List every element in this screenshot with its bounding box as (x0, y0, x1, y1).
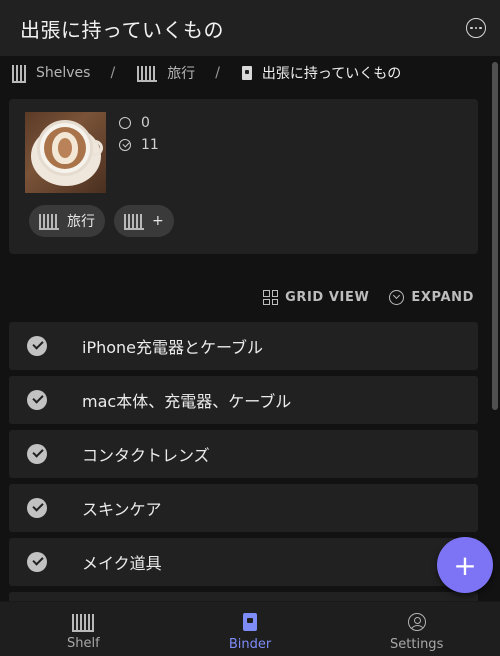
notebook-icon (241, 66, 252, 80)
chip-label: 旅行 (67, 214, 95, 230)
item-label: コンタクトレンズ (82, 446, 210, 465)
shelf-icon (137, 66, 158, 82)
grid-view-label: GRID VIEW (285, 290, 370, 305)
breadcrumb-item-current: 出張に持っていくもの (241, 63, 402, 83)
item-label: mac本体、充電器、ケーブル (82, 392, 292, 411)
nav-item-shelf[interactable]: Shelf (0, 602, 167, 656)
add-shelf-chip[interactable]: + (114, 205, 174, 237)
nav-label: Settings (390, 636, 444, 652)
bottom-navigation: Shelf Binder Settings (0, 601, 500, 656)
unchecked-count: 0 (119, 115, 150, 131)
list-item[interactable]: mac本体、充電器、ケーブル (9, 376, 478, 424)
checked-count-value: 11 (141, 137, 159, 153)
chevron-down-circle-icon (389, 290, 405, 305)
nav-item-settings[interactable]: Settings (333, 602, 500, 656)
circle-outline-icon (119, 117, 131, 129)
shelf-chip-travel[interactable]: 旅行 (29, 205, 105, 237)
binder-icon (243, 612, 257, 631)
check-circle-icon[interactable] (27, 336, 47, 356)
breadcrumb-label: 旅行 (167, 66, 196, 82)
more-options-icon[interactable] (466, 18, 486, 38)
breadcrumb-item-shelves[interactable]: Shelves (12, 65, 91, 83)
breadcrumb-item-travel[interactable]: 旅行 (137, 63, 195, 83)
plus-icon: + (453, 548, 477, 582)
shelf-icon (12, 65, 26, 83)
unchecked-count-value: 0 (141, 115, 150, 131)
item-label: メイク道具 (82, 554, 162, 573)
list-item[interactable]: メイク道具 (9, 538, 478, 586)
item-label: iPhone充電器とケーブル (82, 338, 264, 357)
binder-summary-card: 0 11 旅行 + (9, 99, 478, 254)
shelf-icon (124, 214, 144, 230)
grid-icon (263, 290, 279, 305)
expand-label: EXPAND (411, 290, 474, 305)
binder-cover-image[interactable] (25, 112, 106, 193)
breadcrumb-separator: / (215, 65, 220, 81)
breadcrumb: Shelves / 旅行 / 出張に持っていくもの (0, 56, 500, 90)
nav-item-binder[interactable]: Binder (167, 602, 334, 656)
checked-count: 11 (119, 137, 159, 153)
chip-label: + (152, 213, 164, 229)
breadcrumb-separator: / (110, 65, 116, 81)
check-circle-outline-icon (119, 139, 131, 151)
nav-label: Binder (228, 636, 272, 652)
add-item-button[interactable]: + (437, 537, 493, 593)
expand-button[interactable]: EXPAND (389, 290, 474, 305)
list-item[interactable]: コンタクトレンズ (9, 430, 478, 478)
shelf-icon (39, 214, 59, 230)
item-label: スキンケア (82, 500, 162, 519)
scrollbar[interactable] (492, 56, 498, 606)
nav-label: Shelf (66, 635, 100, 651)
shelf-icon (72, 613, 95, 632)
account-circle-icon (407, 612, 426, 631)
check-circle-icon[interactable] (27, 444, 47, 464)
breadcrumb-label: Shelves (36, 65, 91, 81)
page-title: 出張に持っていくもの (20, 17, 224, 42)
scrollbar-thumb[interactable] (492, 62, 498, 410)
check-circle-icon[interactable] (27, 552, 47, 572)
breadcrumb-label: 出張に持っていくもの (261, 66, 402, 82)
check-circle-icon[interactable] (27, 498, 47, 518)
grid-view-button[interactable]: GRID VIEW (263, 290, 369, 305)
top-app-bar: 出張に持っていくもの (0, 0, 500, 56)
list-item[interactable]: iPhone充電器とケーブル (9, 322, 478, 370)
view-controls: GRID VIEW EXPAND (263, 290, 474, 305)
check-circle-icon[interactable] (27, 390, 47, 410)
item-list: iPhone充電器とケーブル mac本体、充電器、ケーブル コンタクトレンズ ス… (9, 322, 478, 646)
list-item[interactable]: スキンケア (9, 484, 478, 532)
